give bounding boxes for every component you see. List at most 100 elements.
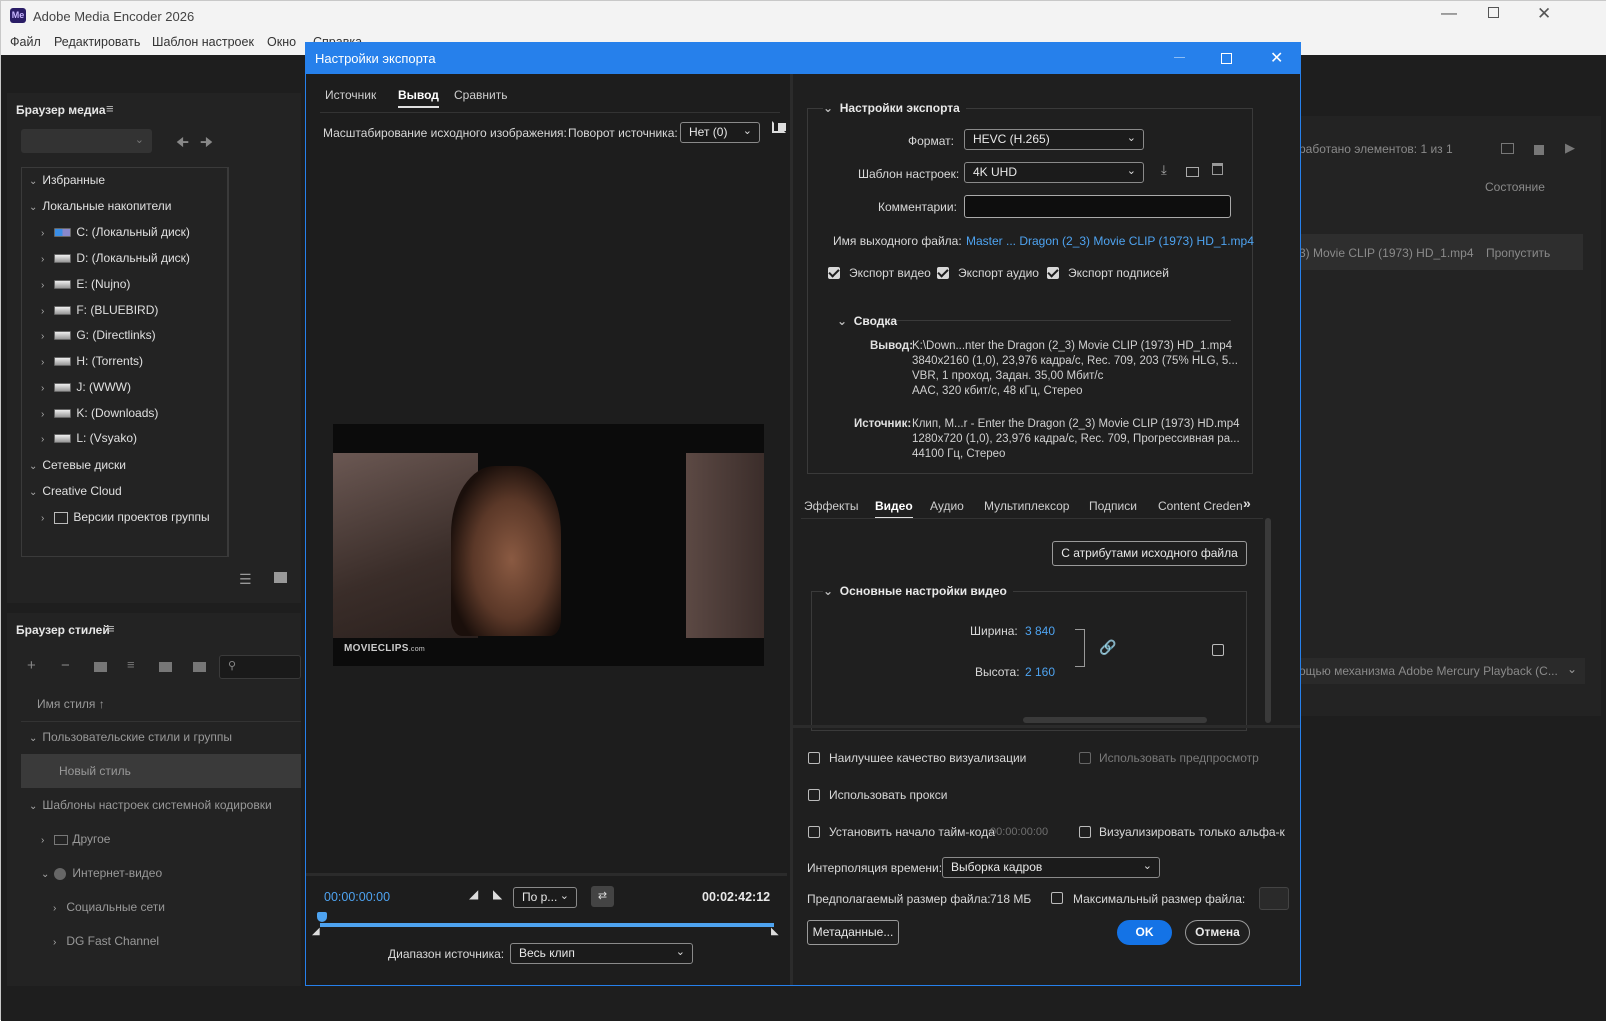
style-search-input[interactable]: ⚲	[219, 655, 301, 679]
style-user-presets[interactable]: ⌄ Пользовательские стили и группы	[29, 730, 232, 752]
list-view-icon[interactable]: ☰	[239, 571, 252, 588]
export-settings-header[interactable]: ⌄ Настройки экспорта	[823, 101, 966, 115]
export-icon[interactable]	[193, 662, 206, 672]
style-system-presets[interactable]: ⌄ Шаблоны настроек системной кодировки	[29, 798, 272, 820]
set-out-point-icon[interactable]: ◣	[493, 887, 502, 901]
alpha-only-checkbox[interactable]	[1079, 826, 1091, 838]
renderer-dropdown[interactable]: ощью механизма Adobe Mercury Playback (C…	[1299, 658, 1585, 684]
tree-drive-k[interactable]: › K: (Downloads)	[41, 406, 158, 428]
menu-preset[interactable]: Шаблон настроек	[152, 35, 254, 49]
export-audio-checkbox[interactable]	[937, 267, 949, 279]
back-arrow-icon[interactable]: 🠈	[176, 132, 189, 156]
menu-file[interactable]: Файл	[10, 35, 41, 49]
comments-input[interactable]	[964, 195, 1231, 218]
save-preset-icon[interactable]: ⤓	[1161, 162, 1167, 178]
panel-menu-icon[interactable]: ≡	[107, 621, 115, 636]
dialog-maximize-icon[interactable]	[1221, 53, 1232, 64]
crop-icon[interactable]	[772, 121, 786, 133]
use-proxy-checkbox[interactable]	[808, 789, 820, 801]
format-dropdown[interactable]: HEVC (H.265) ⌄	[964, 129, 1144, 150]
tree-network-drives[interactable]: ⌄ Сетевые диски	[29, 458, 126, 480]
tab-video[interactable]: Видео	[875, 499, 913, 519]
dialog-minimize-icon[interactable]	[1174, 57, 1185, 58]
tree-drive-g[interactable]: › G: (Directlinks)	[41, 328, 156, 350]
tab-captions[interactable]: Подписи	[1089, 499, 1137, 513]
tree-drive-e[interactable]: › E: (Nujno)	[41, 277, 130, 299]
forward-arrow-icon[interactable]: 🠊	[200, 132, 213, 156]
style-dg-fast[interactable]: › DG Fast Channel	[53, 934, 159, 956]
location-dropdown[interactable]: ⌄	[21, 129, 152, 153]
link-dimensions-icon[interactable]: 🔗	[1099, 639, 1116, 656]
tree-drive-h[interactable]: › H: (Torrents)	[41, 354, 143, 376]
basic-video-header[interactable]: ⌄ Основные настройки видео	[823, 584, 1013, 598]
tree-creative-cloud[interactable]: ⌄ Creative Cloud	[29, 484, 122, 506]
queue-settings-icon[interactable]	[1501, 143, 1514, 154]
more-tabs-icon[interactable]: »	[1243, 495, 1251, 511]
import-preset-icon[interactable]	[1186, 167, 1199, 177]
out-point-marker[interactable]: ◣	[771, 926, 779, 937]
summary-header[interactable]: ⌄ Сводка	[837, 314, 897, 328]
tree-drive-d[interactable]: › D: (Локальный диск)	[41, 251, 190, 273]
import-icon[interactable]	[159, 662, 172, 672]
best-quality-checkbox[interactable]	[808, 752, 820, 764]
close-icon[interactable]: ✕	[1537, 4, 1551, 24]
thumbnail-view-icon[interactable]	[274, 572, 287, 583]
delete-preset-icon[interactable]	[1212, 163, 1223, 175]
preset-dropdown[interactable]: 4K UHD ⌄	[964, 162, 1144, 183]
tab-compare[interactable]: Сравнить	[454, 88, 507, 102]
aspect-toggle-icon[interactable]: ⇄	[591, 886, 614, 907]
fit-dropdown[interactable]: По р... ⌄	[513, 887, 577, 908]
style-new-style[interactable]: Новый стиль	[59, 764, 131, 786]
settings-scrollbar[interactable]	[1265, 518, 1271, 723]
width-value[interactable]: 3 840	[1025, 624, 1055, 638]
range-dropdown[interactable]: Весь клип ⌄	[510, 943, 693, 964]
tree-team-projects[interactable]: › Версии проектов группы	[41, 510, 210, 532]
set-in-point-icon[interactable]: ◢	[469, 887, 478, 901]
tree-drive-j[interactable]: › J: (WWW)	[41, 380, 131, 402]
max-size-checkbox[interactable]	[1051, 892, 1063, 904]
style-social[interactable]: › Социальные сети	[53, 900, 165, 922]
match-source-button[interactable]: С атрибутами исходного файла	[1052, 541, 1247, 566]
new-group-icon[interactable]	[94, 662, 107, 672]
tab-effects[interactable]: Эффекты	[804, 499, 859, 513]
interpolation-dropdown[interactable]: Выборка кадров ⌄	[942, 857, 1160, 878]
tree-local-drives[interactable]: ⌄ Локальные накопители	[29, 199, 172, 221]
tab-source[interactable]: Источник	[325, 88, 376, 102]
dialog-close-icon[interactable]: ✕	[1270, 48, 1283, 68]
style-other[interactable]: › Другое	[41, 832, 110, 854]
tree-drive-f[interactable]: › F: (BLUEBIRD)	[41, 303, 158, 325]
height-value[interactable]: 2 160	[1025, 665, 1055, 679]
ok-button[interactable]: OK	[1117, 920, 1172, 945]
timeline-track[interactable]	[320, 923, 774, 927]
style-internet-video[interactable]: ⌄ Интернет-видео	[41, 866, 162, 888]
minimize-icon[interactable]: —	[1441, 5, 1457, 23]
max-size-input[interactable]	[1259, 887, 1289, 910]
menu-edit[interactable]: Редактировать	[54, 35, 140, 49]
tree-favorites[interactable]: ⌄ Избранные	[29, 173, 105, 195]
column-style-name[interactable]: Имя стиля ↑	[37, 697, 105, 711]
tab-output[interactable]: Вывод	[398, 88, 439, 108]
timecode-start[interactable]: 00:00:00:00	[324, 890, 390, 904]
tree-drive-l[interactable]: › L: (Vsyako)	[41, 431, 137, 453]
remove-icon[interactable]: −	[61, 657, 70, 674]
playhead[interactable]	[317, 912, 327, 922]
tree-drive-c[interactable]: › C: (Локальный диск)	[41, 225, 190, 247]
menu-window[interactable]: Окно	[267, 35, 296, 49]
maximize-icon[interactable]	[1488, 7, 1499, 18]
in-point-marker[interactable]: ◢	[312, 926, 320, 937]
export-captions-checkbox[interactable]	[1047, 267, 1059, 279]
set-timecode-checkbox[interactable]	[808, 826, 820, 838]
output-name-link[interactable]: Master ... Dragon (2_3) Movie CLIP (1973…	[966, 234, 1254, 248]
export-video-checkbox[interactable]	[828, 267, 840, 279]
cancel-button[interactable]: Отмена	[1185, 920, 1250, 945]
tab-audio[interactable]: Аудио	[930, 499, 964, 513]
stop-icon[interactable]	[1534, 145, 1544, 155]
custom-size-checkbox[interactable]	[1212, 644, 1224, 656]
settings-icon[interactable]: ≡	[127, 657, 135, 672]
tab-multiplexer[interactable]: Мультиплексор	[984, 499, 1069, 513]
play-icon[interactable]: ▶	[1565, 140, 1575, 156]
panel-menu-icon[interactable]: ≡	[106, 101, 114, 116]
use-preview-checkbox[interactable]	[1079, 752, 1091, 764]
metadata-button[interactable]: Метаданные...	[807, 920, 899, 945]
tab-content-credentials[interactable]: Content Creden	[1158, 499, 1243, 513]
